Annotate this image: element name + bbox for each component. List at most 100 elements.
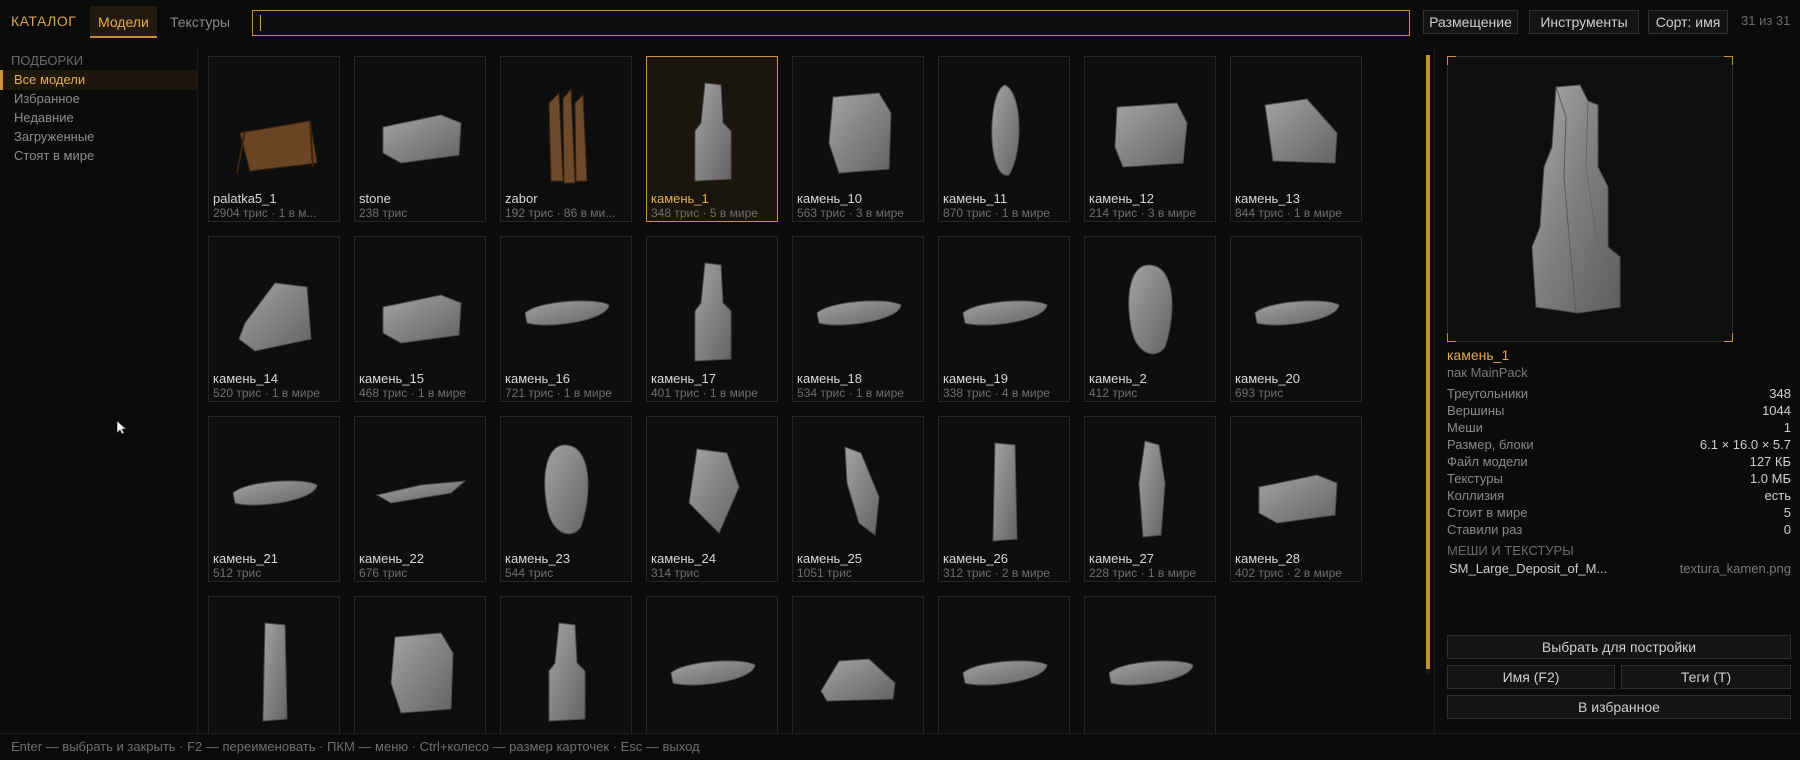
- model-card[interactable]: камень_2 412 трис: [1084, 236, 1216, 402]
- stat-value: 348: [1769, 386, 1791, 401]
- model-card-meta: 214 трис · 3 в мире: [1089, 206, 1196, 220]
- model-card[interactable]: камень_12 214 трис · 3 в мире: [1084, 56, 1216, 222]
- model-card-name: камень_28: [1235, 551, 1301, 566]
- model-card-name: камень_11: [943, 191, 1008, 206]
- model-card[interactable]: камень_26 312 трис · 2 в мире: [938, 416, 1070, 582]
- rock-model-icon: [215, 423, 335, 551]
- rock-model-icon: [653, 603, 773, 731]
- stat-row: Вершины 1044: [1447, 403, 1791, 420]
- model-card-meta: 676 трис: [359, 566, 408, 580]
- stat-value: есть: [1764, 488, 1791, 503]
- mouse-pointer-icon: [117, 421, 127, 435]
- model-card[interactable]: камень_10 563 трис · 3 в мире: [792, 56, 924, 222]
- rock-model-icon: [799, 423, 919, 551]
- rock-model-icon: [945, 423, 1065, 551]
- sidebar-item-in-world[interactable]: Стоят в мире: [0, 146, 197, 166]
- rock-model-icon: [215, 603, 335, 731]
- model-card[interactable]: камень_20 693 трис: [1230, 236, 1362, 402]
- model-card[interactable]: камень_28 402 трис · 2 в мире: [1230, 416, 1362, 582]
- tab-textures[interactable]: Текстуры: [162, 6, 238, 38]
- model-card[interactable]: камень_14 520 трис · 1 в мире: [208, 236, 340, 402]
- scrollbar-thumb[interactable]: [1426, 55, 1430, 669]
- tools-button[interactable]: Инструменты: [1529, 10, 1639, 34]
- model-card[interactable]: камень_16 721 трис · 1 в мире: [500, 236, 632, 402]
- rock-model-icon: [1091, 63, 1211, 191]
- stat-value: 6.1 × 16.0 × 5.7: [1699, 437, 1791, 452]
- placement-button[interactable]: Размещение: [1423, 10, 1518, 34]
- model-card[interactable]: камень_13 844 трис · 1 в мире: [1230, 56, 1362, 222]
- details-panel: камень_1 пак MainPack Треугольники 348 Вер…: [1434, 47, 1800, 733]
- model-card[interactable]: [208, 596, 340, 733]
- model-card[interactable]: камень_21 512 трис: [208, 416, 340, 582]
- model-card[interactable]: [354, 596, 486, 733]
- model-card-meta: 534 трис · 1 в мире: [797, 386, 904, 400]
- model-card[interactable]: stone 238 трис: [354, 56, 486, 222]
- texture-name[interactable]: textura_kamen.png: [1680, 561, 1791, 576]
- model-card-name: камень_25: [797, 551, 863, 566]
- model-card[interactable]: камень_24 314 трис: [646, 416, 778, 582]
- tags-button[interactable]: Теги (T): [1621, 665, 1791, 689]
- model-card[interactable]: palatka5_1 2904 трис · 1 в м...: [208, 56, 340, 222]
- model-card-meta: 870 трис · 1 в мире: [943, 206, 1050, 220]
- corner-mark: [1724, 333, 1733, 342]
- grid-scrollbar[interactable]: [1426, 55, 1430, 673]
- sidebar-item-loaded[interactable]: Загруженные: [0, 127, 197, 147]
- sort-button[interactable]: Сорт: имя: [1648, 10, 1728, 34]
- model-card[interactable]: камень_11 870 трис · 1 в мире: [938, 56, 1070, 222]
- sidebar-item-recent[interactable]: Недавние: [0, 108, 197, 128]
- catalog-title: КАТАЛОГ: [11, 13, 77, 29]
- stat-label: Ставили раз: [1447, 522, 1523, 537]
- model-card[interactable]: камень_19 338 трис · 4 в мире: [938, 236, 1070, 402]
- model-card[interactable]: [646, 596, 778, 733]
- rock-model-icon: [361, 243, 481, 371]
- rock-model-icon: [507, 243, 627, 371]
- rock-preview-icon: [1531, 84, 1621, 314]
- model-card-meta: 693 трис: [1235, 386, 1284, 400]
- model-card[interactable]: zabor 192 трис · 86 в ми...: [500, 56, 632, 222]
- model-card-meta: 228 трис · 1 в мире: [1089, 566, 1196, 580]
- model-card-name: камень_15: [359, 371, 425, 386]
- search-input[interactable]: [252, 10, 1410, 36]
- model-card[interactable]: камень_15 468 трис · 1 в мире: [354, 236, 486, 402]
- select-for-build-button[interactable]: Выбрать для постройки: [1447, 635, 1791, 659]
- sidebar-item-all-models[interactable]: Все модели: [0, 70, 197, 90]
- rock-model-icon: [1091, 423, 1211, 551]
- rock-model-icon: [799, 243, 919, 371]
- tab-models[interactable]: Модели: [90, 6, 157, 38]
- rock-model-icon: [653, 243, 773, 371]
- add-favorite-button[interactable]: В избранное: [1447, 695, 1791, 719]
- model-card[interactable]: камень_27 228 трис · 1 в мире: [1084, 416, 1216, 582]
- model-card-name: камень_1: [651, 191, 709, 206]
- model-card-name: камень_17: [651, 371, 717, 386]
- model-card-name: камень_18: [797, 371, 863, 386]
- hotkeys-hint: Enter — выбрать и закрыть · F2 — переиме…: [11, 739, 700, 754]
- model-card[interactable]: [792, 596, 924, 733]
- rock-model-icon: [507, 603, 627, 731]
- model-card[interactable]: камень_23 544 трис: [500, 416, 632, 582]
- model-card[interactable]: [1084, 596, 1216, 733]
- rock-model-icon: [653, 423, 773, 551]
- model-card[interactable]: камень_22 676 трис: [354, 416, 486, 582]
- sidebar-item-favorites[interactable]: Избранное: [0, 89, 197, 109]
- collections-sidebar: ПОДБОРКИ Все модели Избранное Недавние З…: [0, 47, 198, 733]
- model-card-meta: 348 трис · 5 в мире: [651, 206, 758, 220]
- model-card[interactable]: камень_17 401 трис · 1 в мире: [646, 236, 778, 402]
- model-preview[interactable]: [1447, 56, 1733, 342]
- model-card-name: zabor: [505, 191, 538, 206]
- model-card-name: камень_23: [505, 551, 571, 566]
- rename-button[interactable]: Имя (F2): [1447, 665, 1615, 689]
- model-card[interactable]: [500, 596, 632, 733]
- sidebar-title: ПОДБОРКИ: [11, 53, 84, 68]
- model-card-name: камень_12: [1089, 191, 1155, 206]
- model-card[interactable]: камень_25 1051 трис: [792, 416, 924, 582]
- model-card-name: камень_10: [797, 191, 863, 206]
- model-card[interactable]: [938, 596, 1070, 733]
- model-card-name: камень_16: [505, 371, 571, 386]
- model-card[interactable]: камень_18 534 трис · 1 в мире: [792, 236, 924, 402]
- rock-model-icon: [361, 423, 481, 551]
- mesh-name[interactable]: SM_Large_Deposit_of_M...: [1449, 561, 1607, 576]
- model-card-meta: 512 трис: [213, 566, 262, 580]
- results-count: 31 из 31: [1741, 13, 1791, 28]
- model-card[interactable]: камень_1 348 трис · 5 в мире: [646, 56, 778, 222]
- models-grid: palatka5_1 2904 трис · 1 в м... stone 238 т…: [200, 47, 1422, 733]
